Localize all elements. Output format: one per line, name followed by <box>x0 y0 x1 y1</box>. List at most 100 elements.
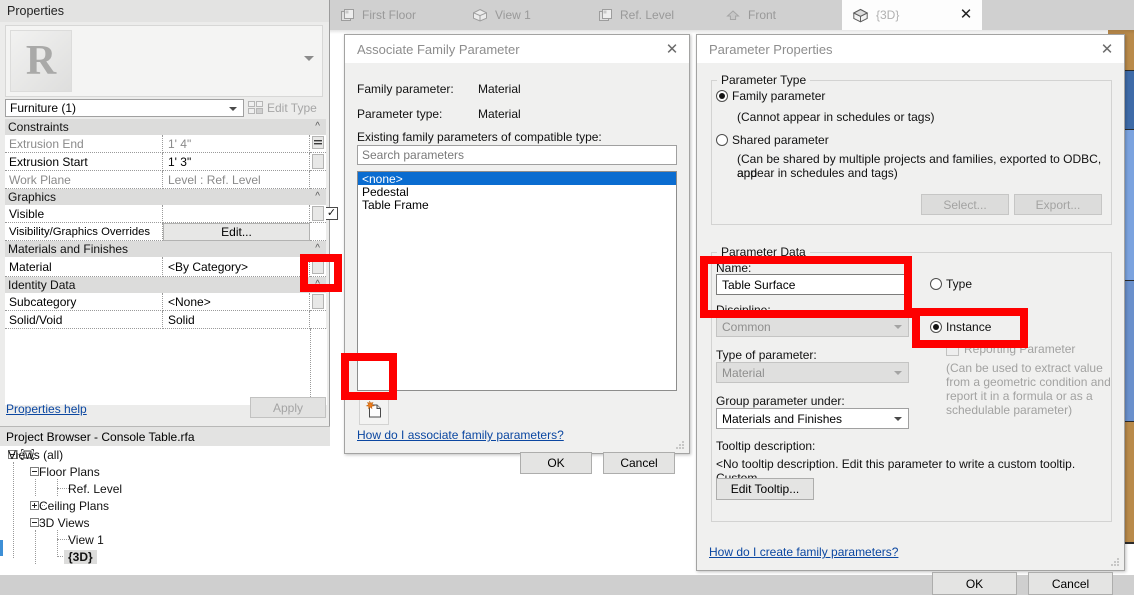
view-tab-view-1[interactable]: View 1 <box>462 0 592 30</box>
family-parameter-label: Family parameter <box>732 89 826 103</box>
floorplan-icon <box>340 8 355 22</box>
project-browser-tree[interactable]: Views (all) Floor Plans Ref. Level Ceili… <box>0 446 330 575</box>
properties-grid-filler <box>5 329 326 405</box>
collapse-icon[interactable] <box>30 467 39 476</box>
resize-grip[interactable] <box>675 439 685 449</box>
tree-node-label: Ceiling Plans <box>39 498 110 513</box>
tooltip-description-label: Tooltip description: <box>716 439 816 453</box>
properties-grid: Constraints ^ Extrusion End 1' 4" Extrus… <box>5 119 338 405</box>
family-parameter-radio[interactable] <box>716 90 728 102</box>
close-icon[interactable]: ✕ <box>1100 42 1114 57</box>
property-row[interactable]: Visible ✓ <box>5 205 338 223</box>
scrollbar-thumb[interactable] <box>312 154 324 169</box>
list-item[interactable]: <none> <box>358 172 676 186</box>
family-thumbnail: R <box>10 30 72 92</box>
property-row[interactable]: Work Plane Level : Ref. Level <box>5 171 326 189</box>
chevron-down-icon <box>894 371 902 375</box>
view-tab-3d[interactable]: {3D} ✕ <box>842 0 982 30</box>
parameter-name-field-highlight <box>700 256 912 318</box>
property-value[interactable]: Solid <box>163 311 310 329</box>
property-group-label: Materials and Finishes <box>8 242 129 256</box>
properties-help-link[interactable]: Properties help <box>6 402 87 416</box>
property-row[interactable]: Subcategory <None> <box>5 293 326 311</box>
tree-node-views-all[interactable]: Views (all) <box>8 446 63 463</box>
properties-title: Properties <box>0 0 329 22</box>
browser-selection-marker <box>0 540 3 556</box>
property-group-materials[interactable]: Materials and Finishes ^ <box>5 241 326 257</box>
family-parameter-label: Family parameter: <box>357 82 454 96</box>
property-group-graphics[interactable]: Graphics ^ <box>5 189 326 205</box>
edit-tooltip-button[interactable]: Edit Tooltip... <box>716 478 814 500</box>
chevron-down-icon <box>894 417 902 421</box>
tree-line <box>35 479 36 496</box>
close-icon[interactable]: ✕ <box>665 42 679 57</box>
visible-checkbox[interactable]: ✓ <box>325 207 338 220</box>
list-item[interactable]: Pedestal <box>358 185 676 199</box>
parameter-type-group-label: Parameter Type <box>717 73 811 87</box>
collapse-icon[interactable] <box>30 518 39 527</box>
properties-palette: Properties R Furniture (1) Edit Type Con… <box>0 0 338 575</box>
property-group-label: Identity Data <box>8 278 76 292</box>
associate-help-link[interactable]: How do I associate family parameters? <box>357 428 564 442</box>
view-tab-ref-level[interactable]: Ref. Level <box>588 0 728 30</box>
scrollbar-thumb[interactable] <box>312 206 324 221</box>
property-value[interactable]: Level : Ref. Level <box>163 171 310 189</box>
property-group-identity[interactable]: Identity Data ^ <box>5 277 326 293</box>
tree-node-label: Views (all) <box>8 447 64 462</box>
property-name: Extrusion Start <box>5 153 163 171</box>
type-selector-combo[interactable]: Furniture (1) <box>5 99 244 117</box>
family-parameter-list[interactable]: <none> Pedestal Table Frame <box>357 171 677 391</box>
type-of-parameter-combo[interactable]: Material <box>716 362 909 383</box>
property-value[interactable]: 1' 4" <box>163 135 310 153</box>
property-row[interactable]: Extrusion End 1' 4" <box>5 135 326 153</box>
apply-button[interactable]: Apply <box>250 397 326 418</box>
property-row-material[interactable]: Material <By Category> <box>5 257 326 277</box>
property-group-constraints[interactable]: Constraints ^ <box>5 119 326 135</box>
cancel-button[interactable]: Cancel <box>1028 572 1113 595</box>
view-tab-front[interactable]: Front <box>715 0 835 30</box>
dialog-title: Parameter Properties <box>697 35 1124 63</box>
property-extra <box>310 223 326 241</box>
group-parameter-combo[interactable]: Materials and Finishes <box>716 408 909 429</box>
expand-icon[interactable] <box>30 501 39 510</box>
property-value[interactable]: 1' 3" <box>163 153 310 171</box>
list-item[interactable]: Table Frame <box>358 198 676 212</box>
tree-node-3d-views[interactable]: 3D Views <box>30 514 89 531</box>
shared-parameter-radio[interactable] <box>716 134 728 146</box>
property-group-label: Graphics <box>8 190 57 204</box>
material-associate-button-highlight <box>300 254 342 292</box>
ok-button[interactable]: OK <box>932 572 1017 595</box>
property-value[interactable]: <None> <box>163 293 310 311</box>
resize-grip[interactable] <box>1110 556 1120 566</box>
tree-node-ceiling-plans[interactable]: Ceiling Plans <box>30 497 109 514</box>
cancel-button[interactable]: Cancel <box>603 452 675 474</box>
scroll-thumb-up[interactable] <box>312 136 324 149</box>
scrollbar-thumb[interactable] <box>312 294 324 309</box>
property-name: Extrusion End <box>5 135 163 153</box>
close-icon[interactable]: ✕ <box>959 7 973 22</box>
discipline-combo[interactable]: Common <box>716 316 909 337</box>
tree-node-label: {3D} <box>64 549 97 564</box>
search-input[interactable]: Search parameters <box>357 145 677 165</box>
tree-node-floor-plans[interactable]: Floor Plans <box>30 463 100 480</box>
type-radio[interactable] <box>930 278 942 290</box>
chevron-down-icon[interactable] <box>304 56 314 61</box>
parameter-help-link[interactable]: How do I create family parameters? <box>709 545 898 559</box>
property-row[interactable]: Solid/Void Solid <box>5 311 326 329</box>
edit-type-button[interactable]: Edit Type <box>248 99 326 117</box>
chevron-up-icon: ^ <box>315 243 320 254</box>
new-parameter-button[interactable] <box>359 397 389 425</box>
view-tab-label: First Floor <box>362 8 416 22</box>
ok-button[interactable]: OK <box>520 452 592 474</box>
view-tab-label: Ref. Level <box>620 8 675 22</box>
group-parameter-label: Group parameter under: <box>716 394 845 408</box>
property-row[interactable]: Visibility/Graphics Overrides Edit... <box>5 223 326 241</box>
export-button[interactable]: Export... <box>1014 194 1102 215</box>
property-value[interactable]: <By Category> <box>163 257 310 277</box>
vg-overrides-edit-button[interactable]: Edit... <box>163 223 310 241</box>
property-row[interactable]: Extrusion Start 1' 3" <box>5 153 326 171</box>
parameter-type-label: Parameter type: <box>357 107 443 121</box>
view-tab-label: View 1 <box>495 8 531 22</box>
select-button[interactable]: Select... <box>921 194 1009 215</box>
edit-type-icon <box>248 101 263 115</box>
